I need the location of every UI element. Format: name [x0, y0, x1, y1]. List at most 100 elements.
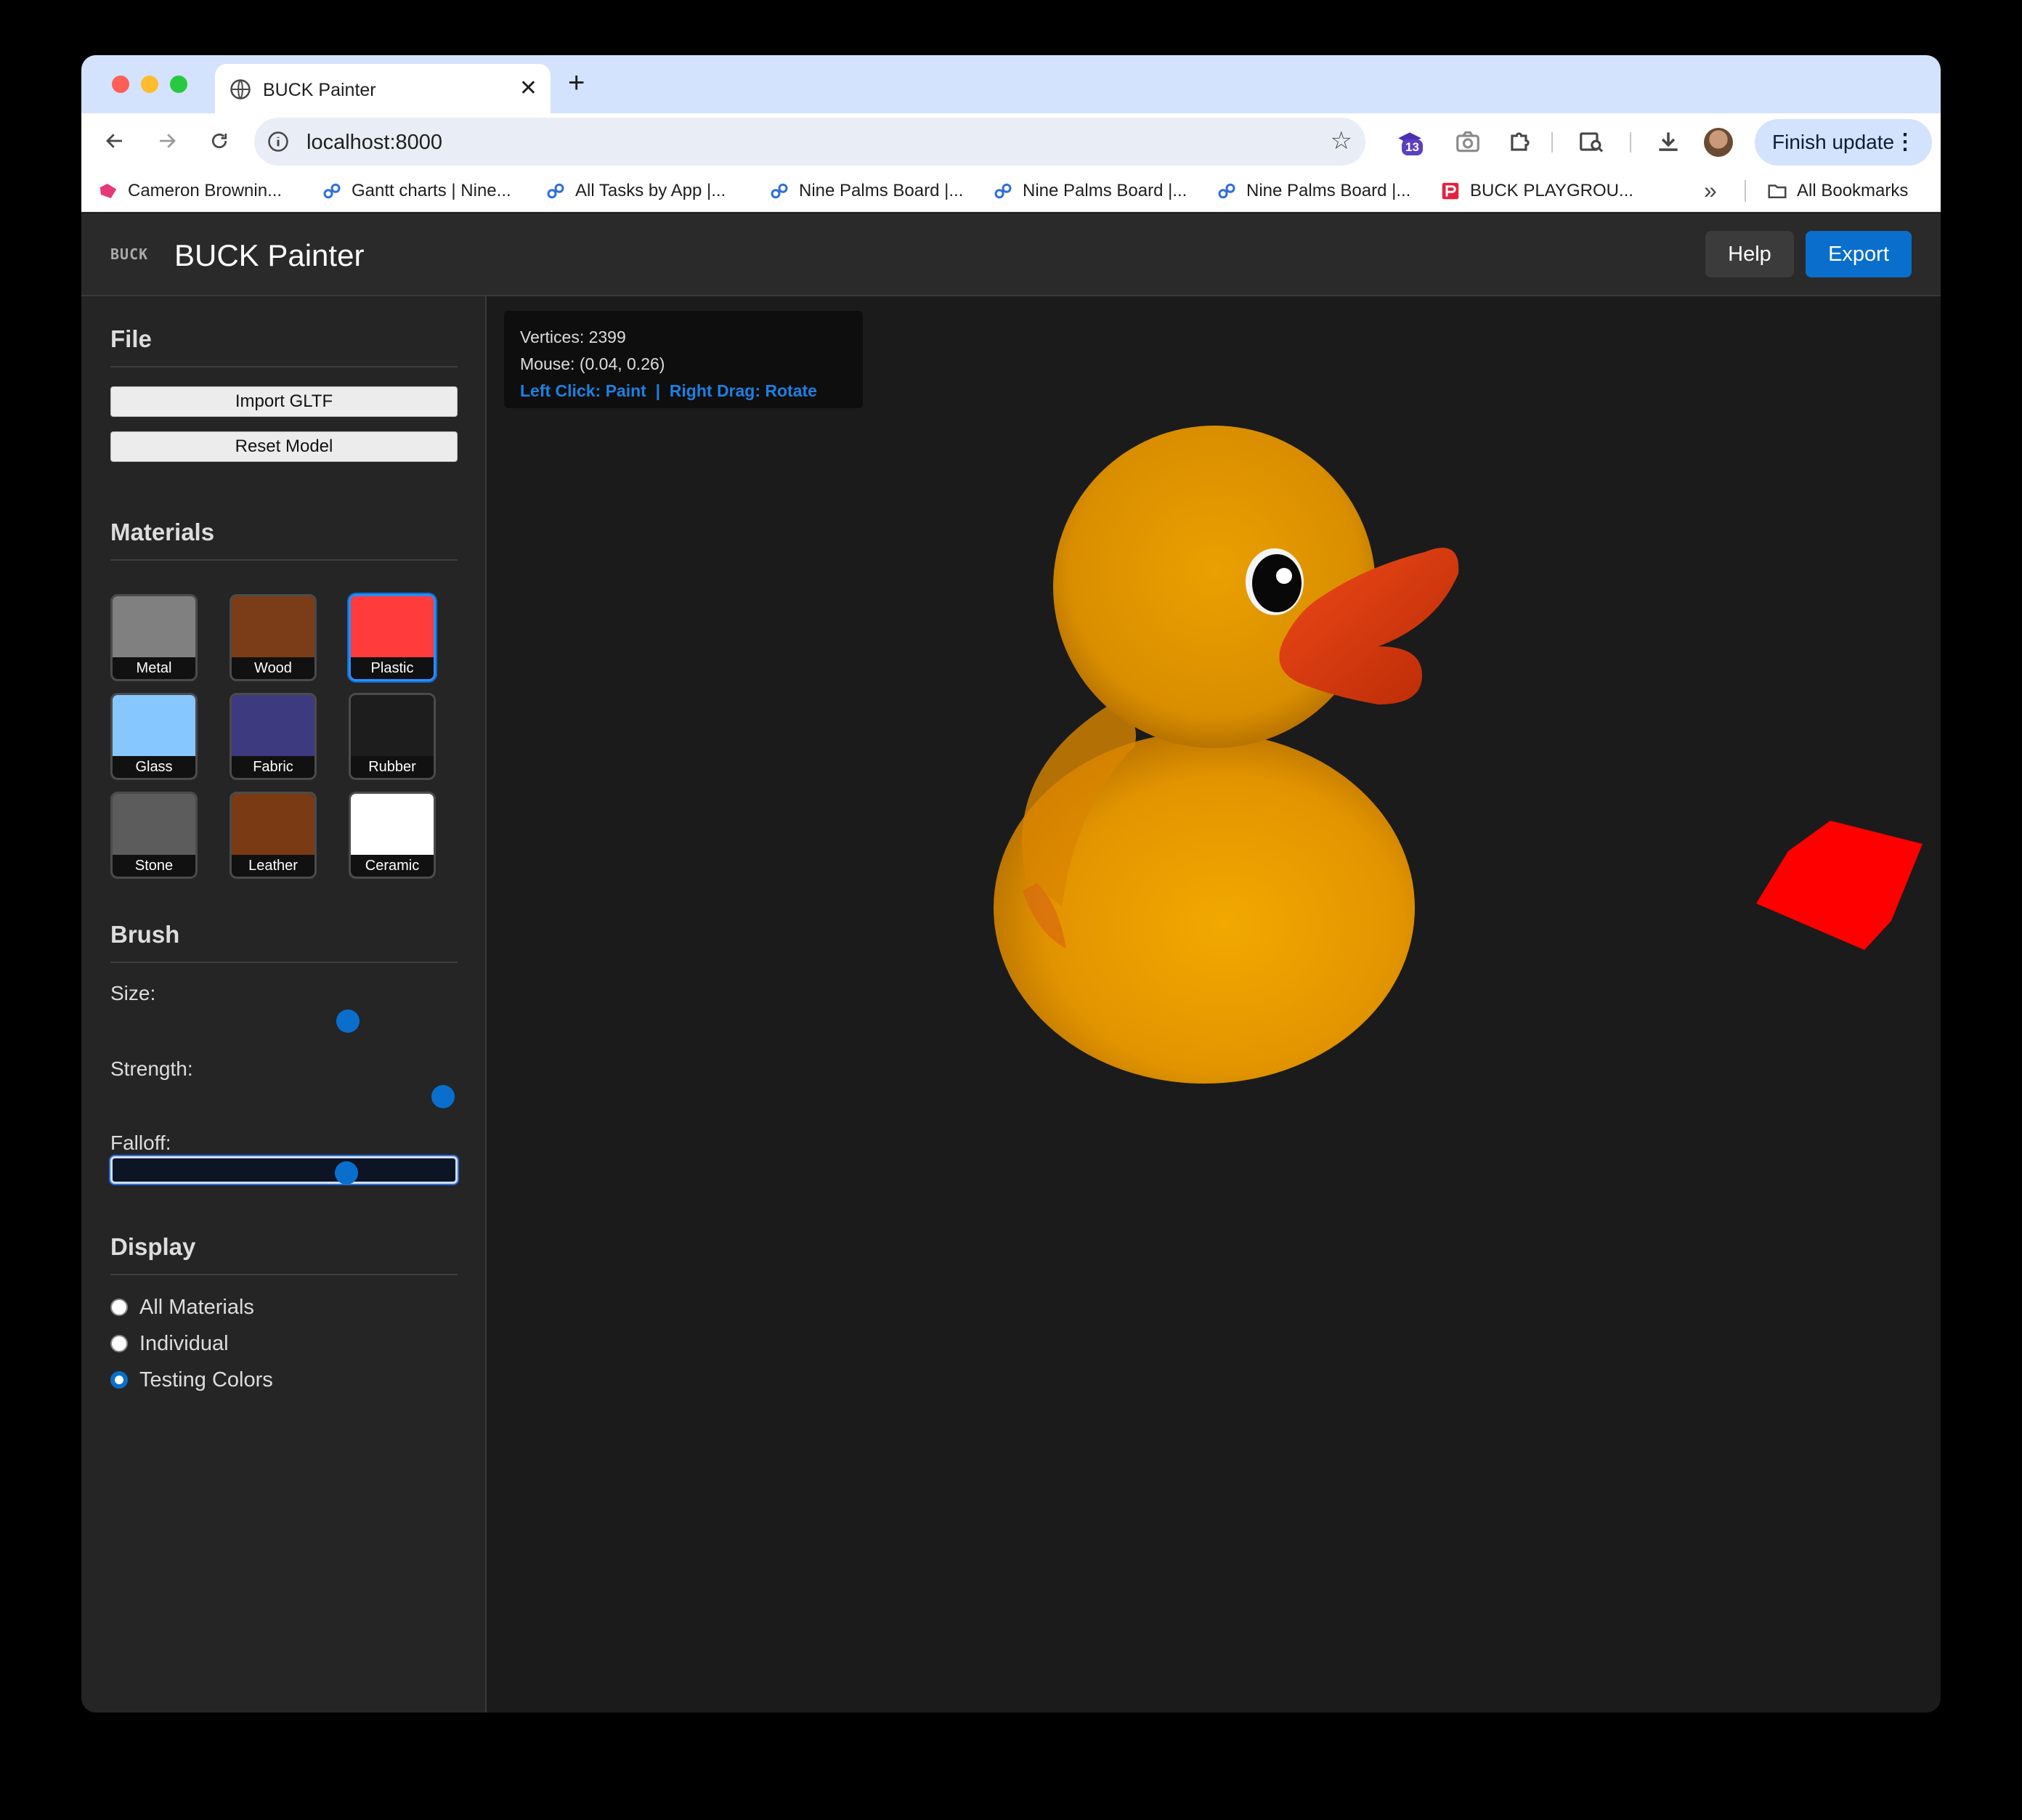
slider-knob[interactable]	[336, 1009, 360, 1033]
material-label: Stone	[113, 855, 195, 877]
material-label: Rubber	[351, 756, 434, 778]
display-option-all-materials[interactable]: All Materials	[110, 1293, 254, 1322]
tab-buck-painter[interactable]: BUCK Painter ✕	[215, 64, 551, 113]
material-rubber[interactable]: Rubber	[349, 693, 436, 780]
duck-model[interactable]	[994, 426, 1459, 1084]
bookmark-label: Gantt charts | Nine...	[352, 181, 511, 200]
material-label: Ceramic	[351, 855, 434, 877]
bookmarks-bar: Cameron Brownin... Gantt charts | Nine..…	[81, 170, 1941, 212]
slider-knob[interactable]	[335, 1161, 359, 1185]
all-bookmarks-label: All Bookmarks	[1797, 181, 1909, 200]
finish-update-label: Finish update	[1772, 131, 1895, 153]
bookmark-label: All Tasks by App |...	[575, 181, 726, 200]
camera-icon[interactable]	[1454, 128, 1482, 155]
all-bookmarks-button[interactable]: All Bookmarks	[1766, 179, 1908, 203]
brush-strength-slider[interactable]	[110, 1082, 458, 1110]
radio-button[interactable]	[110, 1299, 128, 1316]
import-gltf-button[interactable]: Import GLTF	[110, 386, 458, 417]
brush-falloff-label: Falloff:	[110, 1132, 171, 1154]
material-glass[interactable]: Glass	[110, 693, 198, 780]
bookmark-item[interactable]: Gantt charts | Nine...	[321, 179, 511, 203]
extension-badge: 13	[1402, 139, 1423, 155]
bookmark-label: Nine Palms Board |...	[1023, 181, 1187, 200]
tab-close-icon[interactable]: ✕	[519, 74, 537, 103]
sidebar: File Import GLTF Reset Model Materials M…	[81, 296, 487, 1713]
address-bar[interactable]: localhost:8000 ☆	[254, 118, 1365, 166]
profile-avatar[interactable]	[1704, 128, 1733, 157]
help-button[interactable]: Help	[1705, 231, 1794, 277]
site-info-icon[interactable]	[267, 131, 289, 153]
brush-falloff-slider[interactable]	[110, 1156, 458, 1185]
brush-section-title: Brush	[110, 921, 458, 963]
display-option-testing-colors[interactable]: Testing Colors	[110, 1365, 273, 1394]
material-label: Plastic	[351, 657, 434, 679]
radio-label: Individual	[139, 1331, 229, 1355]
material-wood[interactable]: Wood	[230, 594, 317, 681]
app-title: BUCK Painter	[174, 238, 365, 272]
slider-knob[interactable]	[431, 1085, 455, 1108]
brush-size-slider[interactable]	[110, 1007, 458, 1034]
browser-window: BUCK Painter ✕ + localhost:8000 ☆ 13 Fin…	[81, 55, 1941, 1713]
reset-model-button[interactable]: Reset Model	[110, 431, 458, 462]
bookmarks-overflow-icon[interactable]: »	[1704, 177, 1717, 204]
material-label: Wood	[232, 657, 314, 679]
duck-head	[1053, 426, 1376, 748]
link-icon	[547, 183, 564, 199]
link-icon	[1218, 183, 1235, 199]
duck-eye-pupil	[1252, 554, 1302, 612]
material-label: Metal	[113, 657, 195, 679]
toolbar-divider	[1630, 132, 1631, 153]
material-label: Leather	[232, 855, 314, 877]
material-plastic[interactable]: Plastic	[349, 594, 436, 681]
close-window-button[interactable]	[112, 76, 129, 93]
bookmarks-divider	[1745, 180, 1746, 202]
download-icon[interactable]	[1654, 128, 1682, 155]
material-label: Fabric	[232, 756, 314, 778]
bookmark-label: Nine Palms Board |...	[799, 181, 964, 200]
bookmark-item[interactable]: Nine Palms Board |...	[768, 179, 963, 203]
radio-button[interactable]	[110, 1371, 128, 1389]
globe-icon	[230, 79, 251, 99]
browser-toolbar: localhost:8000 ☆ 13 Finish update ⋮	[81, 113, 1941, 170]
tab-search-icon[interactable]	[1578, 128, 1605, 155]
brush-size-label: Size:	[110, 982, 156, 1004]
link-icon	[323, 183, 341, 199]
material-fabric[interactable]: Fabric	[230, 693, 317, 780]
finish-update-button[interactable]: Finish update ⋮	[1755, 119, 1932, 166]
material-leather[interactable]: Leather	[230, 792, 317, 879]
back-icon[interactable]	[100, 126, 129, 155]
duck-eye-highlight	[1276, 568, 1292, 584]
bookmark-star-icon[interactable]: ☆	[1331, 126, 1352, 155]
radio-button[interactable]	[110, 1335, 128, 1352]
export-button[interactable]: Export	[1806, 231, 1912, 277]
more-menu-icon[interactable]: ⋮	[1894, 119, 1916, 166]
bookmark-favicon-icon	[100, 184, 117, 198]
reload-icon[interactable]	[205, 126, 234, 155]
bookmark-item[interactable]: BUCK PLAYGROU...	[1440, 179, 1633, 203]
material-stone[interactable]: Stone	[110, 792, 198, 879]
new-tab-button[interactable]: +	[568, 65, 585, 100]
display-option-individual[interactable]: Individual	[110, 1329, 229, 1358]
material-label: Glass	[113, 756, 195, 778]
toolbar-divider	[1551, 132, 1553, 153]
bookmark-item[interactable]: Cameron Brownin...	[97, 179, 282, 203]
material-metal[interactable]: Metal	[110, 594, 198, 681]
file-section-title: File	[110, 325, 458, 367]
forward-icon[interactable]	[153, 126, 182, 155]
materials-section-title: Materials	[110, 519, 458, 561]
link-icon	[771, 183, 788, 199]
buck-logo: BUCK	[110, 245, 149, 263]
folder-icon	[1768, 184, 1787, 198]
extensions-puzzle-icon[interactable]	[1506, 128, 1534, 155]
scene-canvas	[994, 426, 1922, 1084]
minimize-window-button[interactable]	[141, 76, 158, 93]
maximize-window-button[interactable]	[170, 76, 187, 93]
red-cube[interactable]	[1756, 821, 1922, 950]
bookmark-item[interactable]: Nine Palms Board |...	[992, 179, 1187, 203]
3d-viewport[interactable]: Vertices: 2399 Mouse: (0.04, 0.26) Left …	[488, 296, 1941, 1713]
app-header: BUCK BUCK Painter Help Export	[81, 214, 1941, 296]
radio-label: Testing Colors	[139, 1368, 273, 1392]
bookmark-item[interactable]: All Tasks by App |...	[545, 179, 726, 203]
bookmark-item[interactable]: Nine Palms Board |...	[1216, 179, 1410, 203]
material-ceramic[interactable]: Ceramic	[349, 792, 436, 879]
